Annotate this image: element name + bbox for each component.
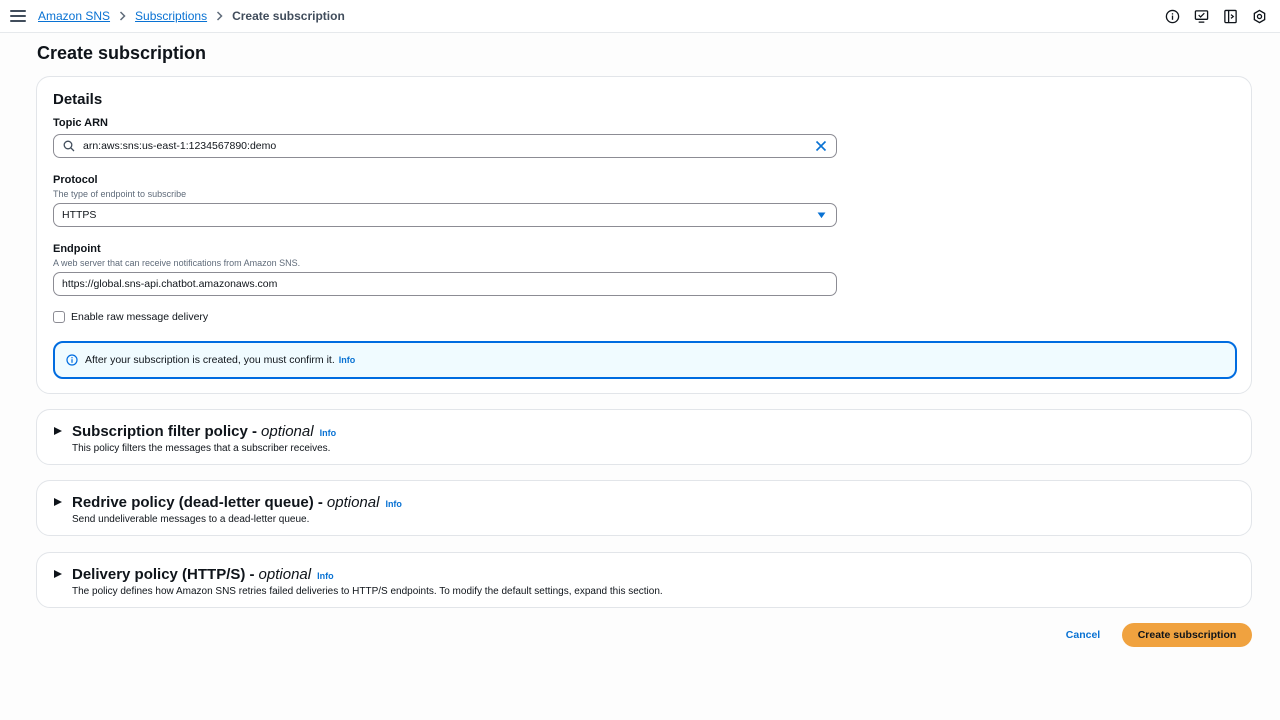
section-title-text: Delivery policy (HTTP/S) - — [72, 566, 255, 583]
endpoint-input[interactable]: https://global.sns-api.chatbot.amazonaws… — [53, 272, 837, 296]
section-description: This policy filters the messages that a … — [72, 443, 331, 454]
settings-gear-icon[interactable] — [1251, 8, 1268, 25]
topic-arn-input[interactable]: arn:aws:sns:us-east-1:1234567890:demo — [53, 134, 837, 158]
topic-arn-value: arn:aws:sns:us-east-1:1234567890:demo — [83, 140, 277, 152]
optional-tag: optional — [258, 566, 312, 583]
subscription-filter-policy-section[interactable]: Subscription filter policy - optional In… — [36, 409, 1252, 465]
side-panel-icon[interactable] — [1222, 8, 1239, 25]
protocol-select[interactable]: HTTPS — [53, 203, 837, 227]
caret-right-icon[interactable] — [54, 427, 62, 435]
details-heading: Details — [53, 91, 103, 108]
caret-right-icon[interactable] — [54, 498, 62, 506]
chevron-right-icon — [119, 11, 126, 21]
info-circle-icon[interactable] — [1164, 8, 1181, 25]
protocol-selected-value: HTTPS — [62, 209, 97, 221]
optional-tag: optional — [261, 423, 314, 440]
breadcrumb-amazon-sns[interactable]: Amazon SNS — [38, 9, 110, 23]
cancel-button[interactable]: Cancel — [1058, 623, 1108, 647]
info-link[interactable]: Info — [385, 499, 402, 509]
close-icon[interactable] — [814, 139, 828, 153]
endpoint-label: Endpoint — [53, 243, 101, 255]
optional-tag: optional — [326, 494, 380, 511]
breadcrumb-current: Create subscription — [232, 9, 345, 23]
page-title: Create subscription — [37, 43, 207, 63]
section-description: The policy defines how Amazon SNS retrie… — [72, 586, 663, 597]
top-bar-icons — [1164, 8, 1280, 25]
section-description: Send undeliverable messages to a dead-le… — [72, 514, 310, 525]
info-circle-icon — [66, 354, 78, 366]
raw-delivery-row: Enable raw message delivery — [53, 311, 208, 323]
caret-down-icon — [817, 211, 826, 219]
raw-delivery-checkbox[interactable] — [53, 311, 65, 323]
protocol-label: Protocol — [53, 174, 98, 186]
details-container: Details Topic ARN arn:aws:sns:us-east-1:… — [36, 76, 1252, 394]
breadcrumb: Amazon SNS Subscriptions Create subscrip… — [38, 9, 345, 23]
info-link[interactable]: Info — [320, 428, 337, 438]
caret-right-icon[interactable] — [54, 570, 62, 578]
topic-arn-label: Topic ARN — [53, 117, 108, 129]
section-title-text: Subscription filter policy - — [72, 423, 258, 440]
delivery-policy-section[interactable]: Delivery policy (HTTP/S) - optional Info… — [36, 552, 1252, 608]
section-title: Delivery policy (HTTP/S) - optional Info — [72, 566, 334, 583]
endpoint-value: https://global.sns-api.chatbot.amazonaws… — [62, 278, 278, 290]
protocol-description: The type of endpoint to subscribe — [53, 189, 187, 199]
screen-share-icon[interactable] — [1193, 8, 1210, 25]
search-icon — [63, 140, 75, 152]
section-title: Redrive policy (dead-letter queue) - opt… — [72, 494, 402, 511]
create-subscription-button[interactable]: Create subscription — [1122, 623, 1252, 647]
breadcrumb-subscriptions[interactable]: Subscriptions — [135, 9, 207, 23]
hamburger-menu-icon[interactable] — [10, 10, 26, 22]
section-title: Subscription filter policy - optional In… — [72, 423, 336, 440]
chevron-right-icon — [216, 11, 223, 21]
alert-info-link[interactable]: Info — [339, 355, 356, 365]
redrive-policy-section[interactable]: Redrive policy (dead-letter queue) - opt… — [36, 480, 1252, 536]
raw-delivery-label: Enable raw message delivery — [71, 311, 209, 323]
info-link[interactable]: Info — [317, 571, 334, 581]
endpoint-description: A web server that can receive notificati… — [53, 258, 301, 268]
section-title-text: Redrive policy (dead-letter queue) - — [72, 494, 323, 511]
alert-text: After your subscription is created, you … — [85, 354, 335, 366]
confirmation-alert: After your subscription is created, you … — [53, 341, 1237, 379]
top-navigation-bar: Amazon SNS Subscriptions Create subscrip… — [0, 0, 1280, 33]
